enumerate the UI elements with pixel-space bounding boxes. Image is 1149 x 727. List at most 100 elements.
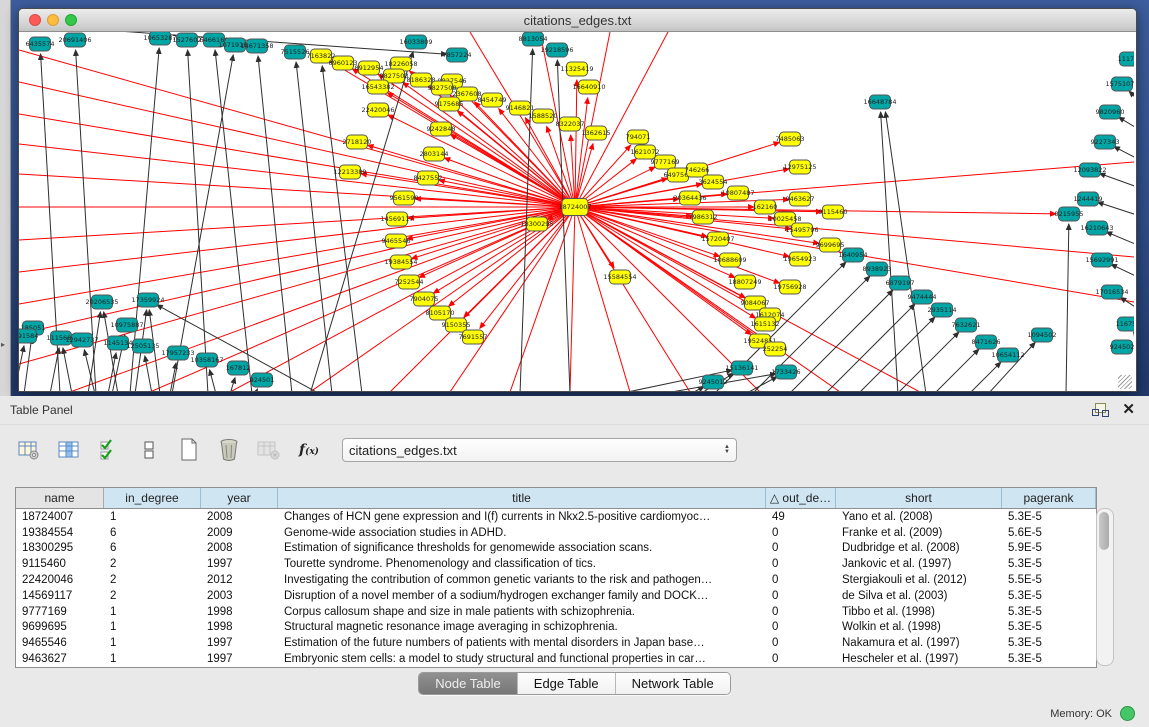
graph-node-9561590[interactable]: 9561590 — [390, 191, 419, 205]
graph-node-19654923[interactable]: 19654923 — [783, 252, 816, 266]
column-header-title[interactable]: title — [278, 488, 766, 508]
graph-node-20691406[interactable]: 20691406 — [58, 33, 91, 47]
graph-node-7632621[interactable]: 7632621 — [952, 318, 981, 332]
graph-node-7252544[interactable]: 7252544 — [395, 275, 424, 289]
graph-node-16640910[interactable]: 16640910 — [572, 80, 605, 94]
close-panel-icon[interactable]: ✕ — [1122, 403, 1135, 417]
graph-node-9245012[interactable]: 9245012 — [699, 375, 728, 389]
float-window-icon[interactable] — [1092, 403, 1108, 417]
graph-node-9699695[interactable]: 9699695 — [816, 238, 845, 252]
tab-network-table[interactable]: Network Table — [616, 673, 730, 694]
modify-table-icon[interactable] — [14, 437, 44, 463]
table-row[interactable]: 946362711997Embryonic stem cells: a mode… — [16, 651, 1096, 667]
graph-node-111712[interactable]: 111712 — [1118, 52, 1134, 66]
graph-node-2935114[interactable]: 2935114 — [928, 303, 957, 317]
table-row[interactable]: 977716911998Corpus callosum shape and si… — [16, 604, 1096, 620]
graph-node-1615132[interactable]: 1615132 — [751, 317, 780, 331]
graph-node-7515526[interactable]: 7515526 — [281, 45, 310, 59]
close-button[interactable] — [29, 14, 41, 26]
minimize-button[interactable] — [47, 14, 59, 26]
graph-node-9474444[interactable]: 9474444 — [908, 290, 937, 304]
graph-node-2718120[interactable]: 2718120 — [343, 135, 372, 149]
column-header-short[interactable]: short — [836, 488, 1002, 508]
tab-node-table[interactable]: Node Table — [419, 673, 518, 694]
graph-node-11325419[interactable]: 11325419 — [560, 62, 593, 76]
column-header-pagerank[interactable]: pagerank — [1002, 488, 1096, 508]
graph-node-8471626[interactable]: 8471626 — [972, 335, 1001, 349]
graph-node-2803144[interactable]: 2803144 — [420, 147, 449, 161]
table-row[interactable]: 1830029562008Estimation of significance … — [16, 541, 1096, 557]
tab-edge-table[interactable]: Edge Table — [518, 673, 616, 694]
graph-node-391584[interactable]: 391584 — [19, 329, 38, 343]
graph-node-10358167[interactable]: 10358167 — [190, 353, 223, 367]
graph-node-16033809[interactable]: 16033809 — [399, 35, 432, 49]
function-builder-icon[interactable]: f(x) — [294, 437, 324, 463]
delete-table-icon[interactable] — [214, 437, 244, 463]
graph-node-12975125[interactable]: 12975125 — [783, 160, 816, 174]
collapse-arrow-icon[interactable]: ▸ — [1, 340, 5, 349]
graph-node-8427552[interactable]: 8427552 — [414, 171, 443, 185]
graph-node-162160[interactable]: 162160 — [753, 200, 778, 214]
graph-node-7691557[interactable]: 7691557 — [459, 330, 488, 344]
show-columns-icon[interactable] — [54, 437, 84, 463]
column-header-year[interactable]: year — [201, 488, 278, 508]
graph-node-14569117[interactable]: 14569117 — [380, 212, 413, 226]
graph-node-167812[interactable]: 167812 — [226, 361, 251, 375]
table-selector-dropdown[interactable]: citations_edges.txt ▲▼ — [342, 438, 737, 462]
graph-node-10688609[interactable]: 10688609 — [713, 253, 746, 267]
graph-node-6435574[interactable]: 6435574 — [26, 37, 55, 51]
table-row[interactable]: 1456911722003Disruption of a novel membe… — [16, 588, 1096, 604]
graph-node-19218596[interactable]: 19218596 — [540, 43, 573, 57]
graph-node-9242848[interactable]: 9242848 — [427, 122, 456, 136]
graph-node-7904075[interactable]: 7904075 — [410, 292, 439, 306]
graph-node-18724007[interactable]: 18724007 — [558, 199, 591, 216]
graph-node-1362615[interactable]: 1362615 — [582, 126, 611, 140]
graph-node-8960123[interactable]: 8960123 — [329, 56, 358, 70]
column-header-name[interactable]: name — [16, 488, 104, 508]
graph-node-15720407[interactable]: 15720407 — [701, 232, 734, 246]
graph-node-9820960[interactable]: 9820960 — [1096, 105, 1125, 119]
create-table-icon[interactable] — [174, 437, 204, 463]
column-header-in_degree[interactable]: in_degree — [104, 488, 201, 508]
window-resize-handle[interactable] — [1118, 375, 1132, 389]
scrollbar-thumb[interactable] — [1099, 512, 1109, 550]
zoom-button[interactable] — [65, 14, 77, 26]
graph-node-7857224[interactable]: 7857224 — [443, 48, 472, 62]
graph-node-15584554[interactable]: 15584554 — [603, 270, 636, 284]
graph-node-1244419[interactable]: 1244419 — [1074, 192, 1103, 206]
graph-node-8938923[interactable]: 8938923 — [863, 262, 892, 276]
graph-node-9227343[interactable]: 9227343 — [1091, 135, 1120, 149]
graph-node-9115460[interactable]: 9115460 — [819, 205, 848, 219]
graph-node-10807487[interactable]: 10807487 — [721, 186, 754, 200]
graph-node-8454749[interactable]: 8454749 — [478, 93, 507, 107]
graph-node-794071[interactable]: 794071 — [626, 130, 651, 144]
column-header-out_degree[interactable]: △ out_de… — [766, 488, 836, 508]
network-canvas[interactable]: 6435574206914061065328715276026466160107… — [19, 32, 1134, 391]
graph-node-9465546[interactable]: 9465546 — [382, 234, 411, 248]
graph-node-1588520[interactable]: 1588520 — [529, 109, 558, 123]
table-row[interactable]: 2242004622012Investigating the contribut… — [16, 572, 1096, 588]
import-table-icon[interactable] — [254, 437, 284, 463]
table-row[interactable]: 911546021997Tourette syndrome. Phenomeno… — [16, 556, 1096, 572]
table-row[interactable]: 1872400712008Changes of HCN gene express… — [16, 509, 1096, 525]
graph-node-1527602[interactable]: 1527602 — [173, 33, 202, 47]
graph-node-8215955[interactable]: 8215955 — [1055, 207, 1084, 221]
graph-node-9777169[interactable]: 9777169 — [651, 155, 680, 169]
graph-node-6879197[interactable]: 6879197 — [886, 276, 915, 290]
graph-node-116753[interactable]: 116753 — [1116, 317, 1134, 331]
graph-node-7485063[interactable]: 7485063 — [776, 132, 805, 146]
graph-node-252254[interactable]: 252254 — [763, 342, 788, 356]
graph-node-19756928[interactable]: 19756928 — [773, 280, 806, 294]
graph-node-1640954[interactable]: 1640954 — [839, 248, 868, 262]
table-scrollbar[interactable] — [1096, 508, 1114, 666]
graph-node-8322037[interactable]: 8322037 — [556, 117, 585, 131]
graph-node-924501[interactable]: 924501 — [250, 373, 275, 387]
graph-node-9175685[interactable]: 9175685 — [435, 97, 464, 111]
graph-node-1733426[interactable]: 1733426 — [772, 365, 801, 379]
graph-node-17359924[interactable]: 17359924 — [131, 293, 164, 307]
graph-node-8813054[interactable]: 8813054 — [519, 32, 548, 46]
network-window-titlebar[interactable]: citations_edges.txt — [19, 9, 1136, 32]
row-height-icon[interactable] — [134, 437, 164, 463]
table-row[interactable]: 969969511998Structural magnetic resonanc… — [16, 620, 1096, 636]
graph-node-9463627[interactable]: 9463627 — [786, 192, 815, 206]
